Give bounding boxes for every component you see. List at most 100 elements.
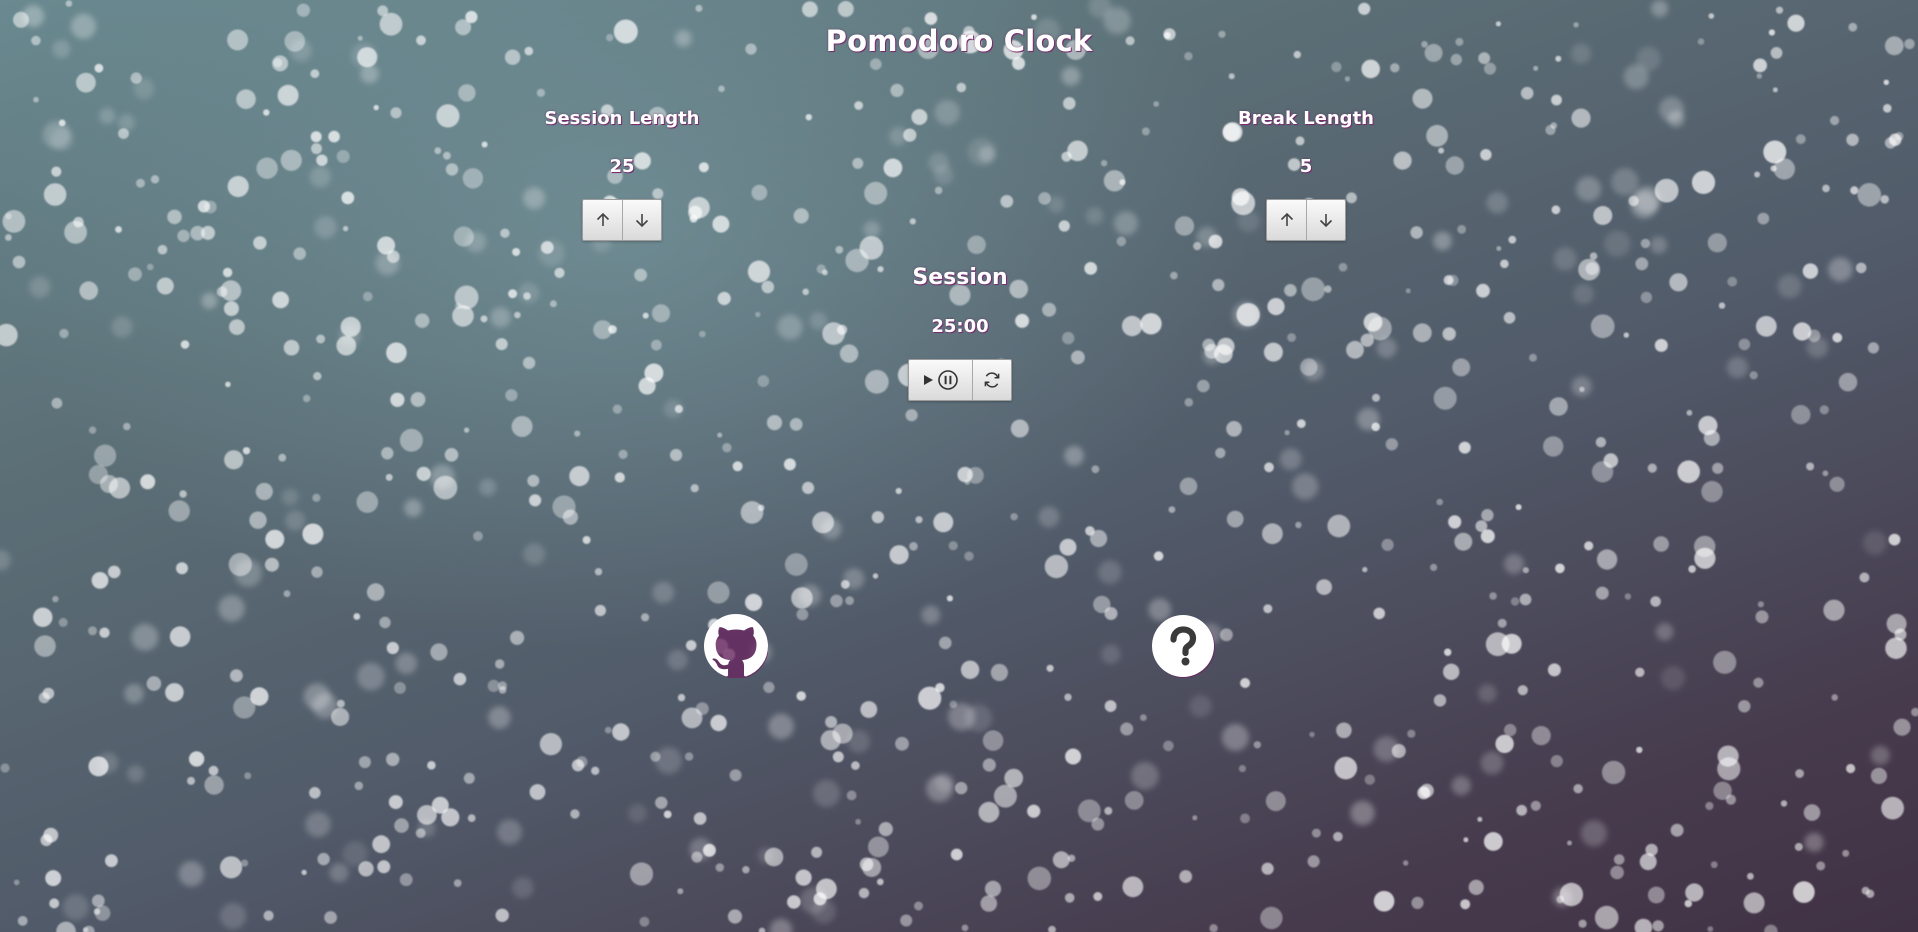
bokeh-particle bbox=[1611, 168, 1639, 196]
bokeh-particle bbox=[311, 143, 322, 155]
bokeh-particle bbox=[481, 141, 488, 148]
start-stop-button[interactable] bbox=[909, 360, 972, 400]
bokeh-particle bbox=[43, 183, 67, 206]
bokeh-particle bbox=[51, 128, 74, 151]
bokeh-particle bbox=[982, 730, 1004, 751]
bokeh-particle bbox=[1119, 179, 1126, 186]
bokeh-particle bbox=[1579, 386, 1585, 392]
arrow-down-icon bbox=[635, 214, 649, 228]
bokeh-background bbox=[0, 0, 1918, 932]
bokeh-particle bbox=[1791, 405, 1811, 425]
bokeh-particle bbox=[655, 796, 668, 809]
bokeh-particle bbox=[1296, 419, 1306, 428]
bokeh-particle bbox=[793, 208, 809, 224]
bokeh-particle bbox=[764, 847, 784, 867]
bokeh-particle bbox=[830, 594, 843, 608]
bokeh-particle bbox=[618, 449, 628, 459]
session-length-controls bbox=[582, 199, 662, 241]
bokeh-particle bbox=[538, 240, 565, 267]
bokeh-particle bbox=[924, 12, 938, 25]
bokeh-particle bbox=[1324, 285, 1332, 293]
bokeh-particle bbox=[263, 910, 274, 921]
bokeh-particle bbox=[1010, 513, 1018, 521]
break-length-value: 5 bbox=[1299, 156, 1313, 177]
bokeh-particle bbox=[926, 775, 953, 802]
bokeh-particle bbox=[188, 751, 205, 767]
bokeh-particle bbox=[650, 751, 661, 762]
bokeh-particle bbox=[1777, 274, 1802, 299]
bokeh-particle bbox=[33, 607, 53, 627]
bokeh-particle bbox=[846, 790, 857, 801]
bokeh-particle bbox=[1048, 925, 1056, 932]
bokeh-particle bbox=[1691, 170, 1716, 194]
bokeh-particle bbox=[303, 394, 311, 403]
bokeh-particle bbox=[1543, 436, 1564, 457]
bokeh-particle bbox=[1639, 853, 1657, 871]
bokeh-particle bbox=[255, 482, 273, 501]
bokeh-particle bbox=[1755, 610, 1769, 624]
bokeh-particle bbox=[1478, 684, 1497, 703]
bokeh-particle bbox=[1708, 13, 1715, 19]
bokeh-particle bbox=[1757, 601, 1764, 608]
bokeh-particle bbox=[946, 595, 954, 602]
bokeh-particle bbox=[1652, 920, 1664, 932]
bokeh-particle bbox=[29, 276, 51, 298]
bokeh-particle bbox=[1517, 685, 1528, 696]
bokeh-particle bbox=[1336, 722, 1352, 739]
bokeh-particle bbox=[851, 761, 860, 770]
bokeh-particle bbox=[1559, 882, 1584, 907]
bokeh-particle bbox=[915, 516, 923, 524]
bokeh-particle bbox=[1550, 755, 1563, 768]
reset-button[interactable] bbox=[972, 360, 1011, 400]
bokeh-particle bbox=[1263, 604, 1273, 614]
bokeh-particle bbox=[1228, 73, 1235, 80]
bokeh-particle bbox=[518, 282, 540, 304]
bokeh-particle bbox=[1754, 171, 1761, 178]
help-icon[interactable] bbox=[1151, 614, 1215, 678]
bokeh-particle bbox=[911, 109, 928, 125]
bokeh-particle bbox=[1773, 158, 1796, 180]
bokeh-particle bbox=[1793, 322, 1812, 341]
bokeh-particle bbox=[642, 312, 649, 319]
bokeh-particle bbox=[840, 580, 850, 589]
bokeh-particle bbox=[934, 99, 960, 126]
bokeh-particle bbox=[1452, 358, 1471, 377]
bokeh-particle bbox=[1104, 806, 1113, 815]
bokeh-particle bbox=[377, 5, 389, 17]
bokeh-particle bbox=[1390, 63, 1400, 73]
bokeh-particle bbox=[816, 264, 826, 274]
bokeh-particle bbox=[236, 89, 256, 109]
bokeh-particle bbox=[1753, 58, 1767, 73]
bokeh-particle bbox=[791, 587, 813, 609]
bokeh-particle bbox=[864, 181, 888, 205]
bokeh-particle bbox=[17, 916, 28, 926]
bokeh-particle bbox=[150, 175, 160, 184]
bokeh-particle bbox=[864, 369, 889, 394]
bokeh-particle bbox=[1838, 372, 1858, 392]
session-decrement-button[interactable] bbox=[622, 200, 661, 240]
bokeh-particle bbox=[1580, 820, 1607, 847]
bokeh-particle bbox=[353, 613, 361, 620]
bokeh-particle bbox=[1457, 225, 1467, 234]
bokeh-particle bbox=[1098, 560, 1122, 584]
break-increment-button[interactable] bbox=[1267, 200, 1306, 240]
bokeh-particle bbox=[1217, 337, 1235, 356]
bokeh-particle bbox=[495, 338, 508, 351]
bokeh-particle bbox=[805, 114, 812, 121]
bokeh-particle bbox=[498, 681, 507, 691]
bokeh-particle bbox=[1267, 298, 1285, 316]
bokeh-particle bbox=[1027, 866, 1052, 891]
bokeh-particle bbox=[1061, 66, 1081, 86]
bokeh-particle bbox=[1855, 262, 1867, 274]
bokeh-particle bbox=[0, 763, 10, 773]
break-decrement-button[interactable] bbox=[1306, 200, 1345, 240]
bokeh-particle bbox=[1703, 430, 1720, 446]
bokeh-particle bbox=[1911, 707, 1918, 717]
bokeh-particle bbox=[1717, 757, 1741, 781]
bokeh-particle bbox=[612, 404, 623, 414]
bokeh-particle bbox=[802, 288, 809, 296]
bokeh-particle bbox=[871, 511, 885, 524]
github-icon[interactable] bbox=[704, 614, 768, 678]
session-increment-button[interactable] bbox=[583, 200, 622, 240]
bokeh-particle bbox=[1103, 170, 1126, 192]
